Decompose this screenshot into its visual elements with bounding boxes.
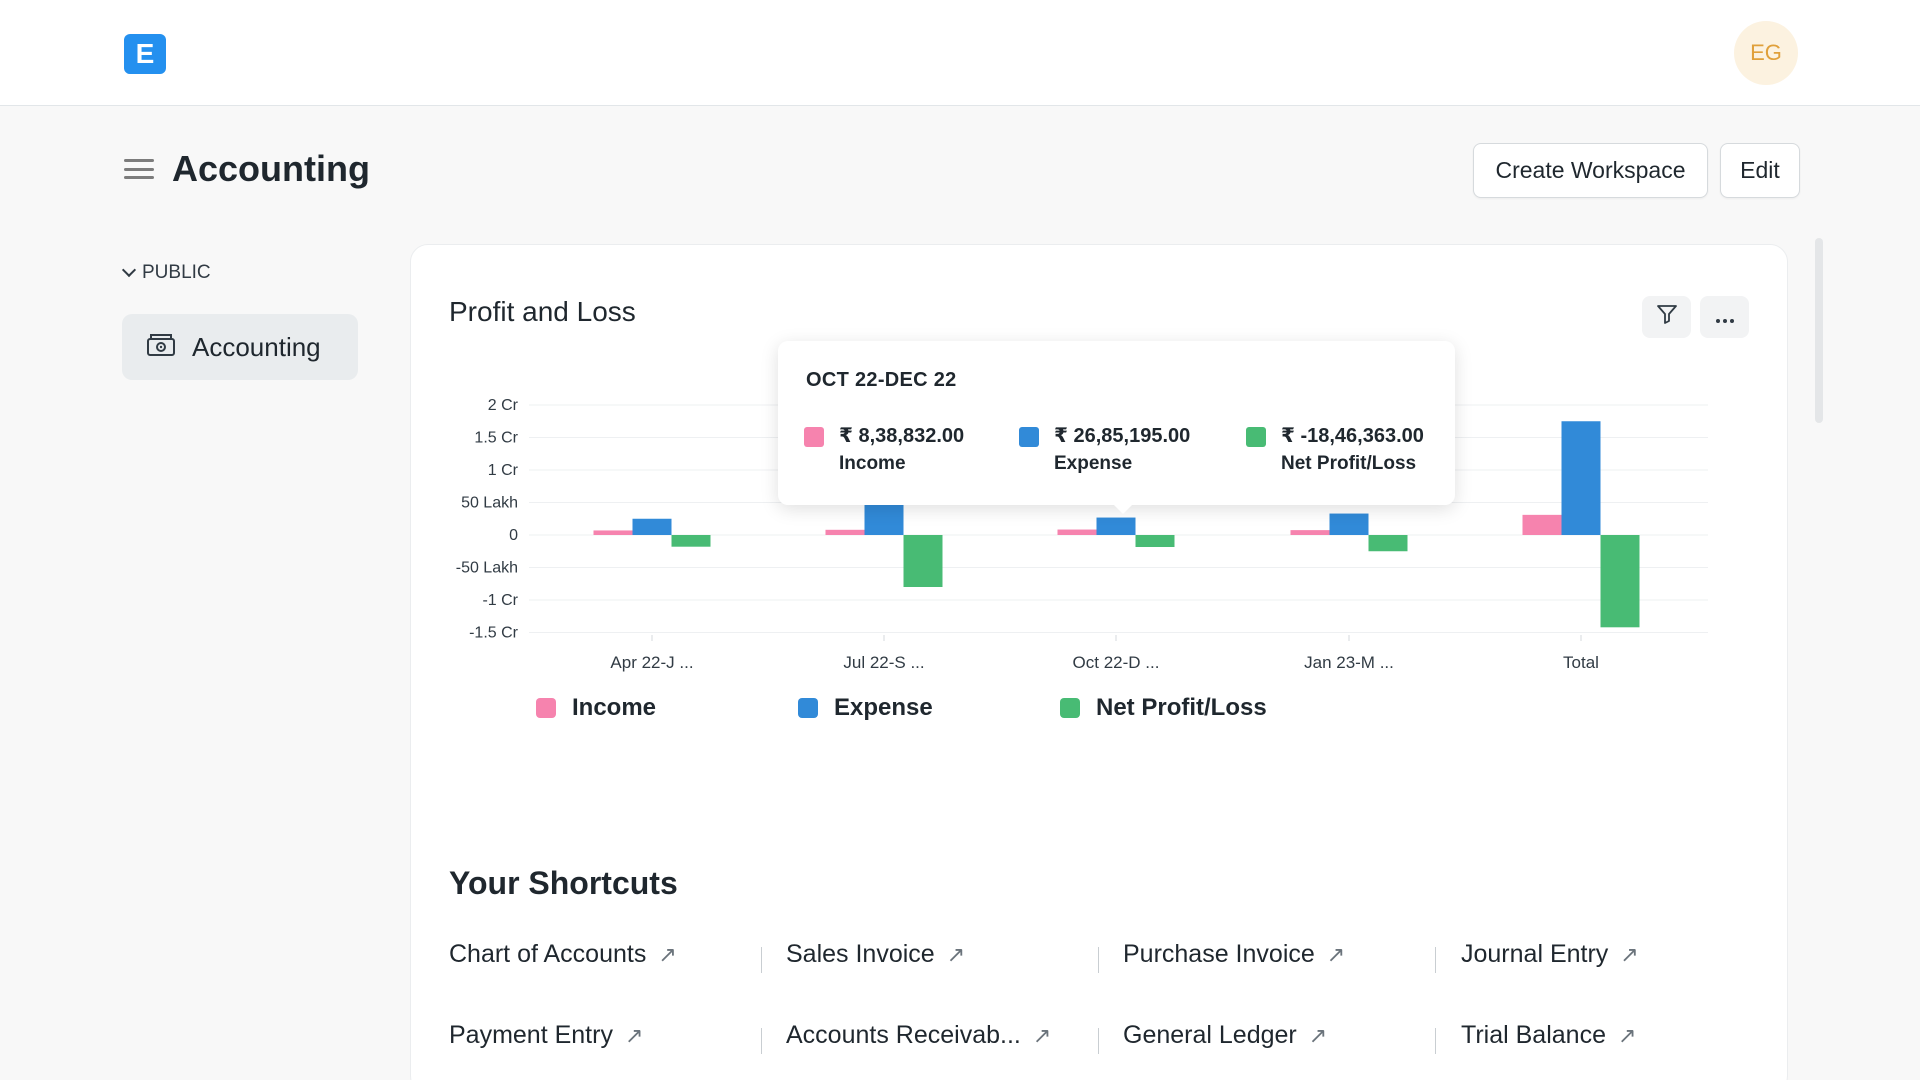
bar-income-5 [1522,514,1562,535]
legend-swatch-income [536,698,556,718]
x-tick-label: Oct 22-D ... [1073,653,1160,672]
arrow-up-right-icon: ↗ [1308,1022,1328,1048]
y-tick-label: -50 Lakh [456,560,518,577]
tooltip-swatch-net [1246,427,1266,447]
legend-label-net: Net Profit/Loss [1096,694,1267,721]
shortcut-sales-invoice[interactable]: Sales Invoice ↗ [786,940,965,969]
shortcut-label: Payment Entry [449,1021,613,1049]
shortcut-journal-entry[interactable]: Journal Entry ↗ [1461,940,1639,969]
arrow-up-right-icon: ↗ [946,941,966,967]
bar-net-profit-loss-2 [903,535,943,587]
bar-expense-4 [1329,513,1369,535]
chart-tooltip: OCT 22-DEC 22 ₹ 8,38,832.00 Income ₹ 26,… [778,341,1455,505]
shortcut-divider [1435,947,1436,973]
y-tick-label: 0 [509,527,518,544]
y-tick-label: 2 Cr [488,397,519,414]
shortcut-divider [1098,1028,1099,1054]
shortcut-divider [1098,947,1099,973]
bar-net-profit-loss-4 [1368,535,1408,552]
x-tick-label: Jul 22-S ... [843,653,924,672]
legend-net[interactable]: Net Profit/Loss [1060,694,1267,722]
shortcut-label: Journal Entry [1461,940,1609,968]
bar-expense-3 [1096,517,1136,535]
arrow-up-right-icon: ↗ [1326,941,1346,967]
arrow-up-right-icon: ↗ [1617,1022,1637,1048]
tooltip-swatch-expense [1019,427,1039,447]
tooltip-swatch-income [804,427,824,447]
legend-income[interactable]: Income [536,694,656,722]
shortcut-payment-entry[interactable]: Payment Entry ↗ [449,1021,643,1050]
tooltip-label-net: Net Profit/Loss [1281,453,1417,474]
tooltip-label-expense: Expense [1054,453,1133,474]
y-tick-label: -1 Cr [482,592,518,609]
arrow-up-right-icon: ↗ [1620,941,1639,967]
y-tick-label: 1 Cr [488,462,519,479]
tooltip-title: OCT 22-DEC 22 [806,369,957,391]
arrow-up-right-icon: ↗ [658,941,677,967]
bar-expense-1 [632,518,672,535]
legend-swatch-expense [798,698,818,718]
shortcut-trial-balance[interactable]: Trial Balance ↗ [1461,1021,1636,1050]
bar-income-3 [1057,529,1097,535]
x-tick-label: Jan 23-M ... [1304,653,1394,672]
shortcut-label: General Ledger [1123,1021,1297,1049]
tooltip-pointer [1111,502,1135,514]
y-tick-label: -1.5 Cr [469,625,519,642]
legend-label-expense: Expense [834,694,933,721]
bar-income-2 [825,529,865,535]
shortcut-label: Chart of Accounts [449,940,647,968]
tooltip-value-net: ₹ -18,46,363.00 [1281,425,1424,447]
legend-label-income: Income [572,694,657,721]
tooltip-label-income: Income [839,453,906,474]
bar-net-profit-loss-1 [671,535,711,547]
shortcut-label: Accounts Receivab... [786,1021,1021,1049]
shortcut-purchase-invoice[interactable]: Purchase Invoice ↗ [1123,940,1345,969]
y-tick-label: 1.5 Cr [474,430,518,447]
bar-net-profit-loss-3 [1135,535,1175,548]
bar-income-4 [1290,530,1330,535]
shortcut-divider [1435,1028,1436,1054]
shortcut-label: Trial Balance [1461,1021,1606,1049]
tooltip-value-expense: ₹ 26,85,195.00 [1054,425,1191,447]
shortcuts-title: Your Shortcuts [449,865,678,901]
shortcut-divider [761,947,762,973]
arrow-up-right-icon: ↗ [624,1022,644,1048]
bar-net-profit-loss-5 [1600,535,1640,628]
shortcut-label: Purchase Invoice [1123,940,1315,968]
shortcut-label: Sales Invoice [786,940,935,968]
profit-loss-chart: 2 Cr 1.5 Cr 1 Cr 50 Lakh 0 -50 Lakh -1 Cr -1.5 … [456,397,1708,672]
legend-swatch-net [1060,698,1080,718]
tooltip-value-income: ₹ 8,38,832.00 [839,425,965,447]
legend-expense[interactable]: Expense [798,694,933,722]
x-tick-label: Total [1563,653,1599,672]
y-tick-label: 50 Lakh [461,495,518,512]
shortcut-chart-of-accounts[interactable]: Chart of Accounts ↗ [449,940,677,969]
shortcut-divider [761,1028,762,1054]
x-tick-label: Apr 22-J ... [610,653,693,672]
bar-expense-5 [1561,421,1601,535]
bar-income-1 [593,530,633,535]
shortcut-general-ledger[interactable]: General Ledger ↗ [1123,1021,1327,1050]
shortcut-accounts-receivable[interactable]: Accounts Receivab... ↗ [786,1021,1051,1050]
arrow-up-right-icon: ↗ [1032,1022,1052,1048]
